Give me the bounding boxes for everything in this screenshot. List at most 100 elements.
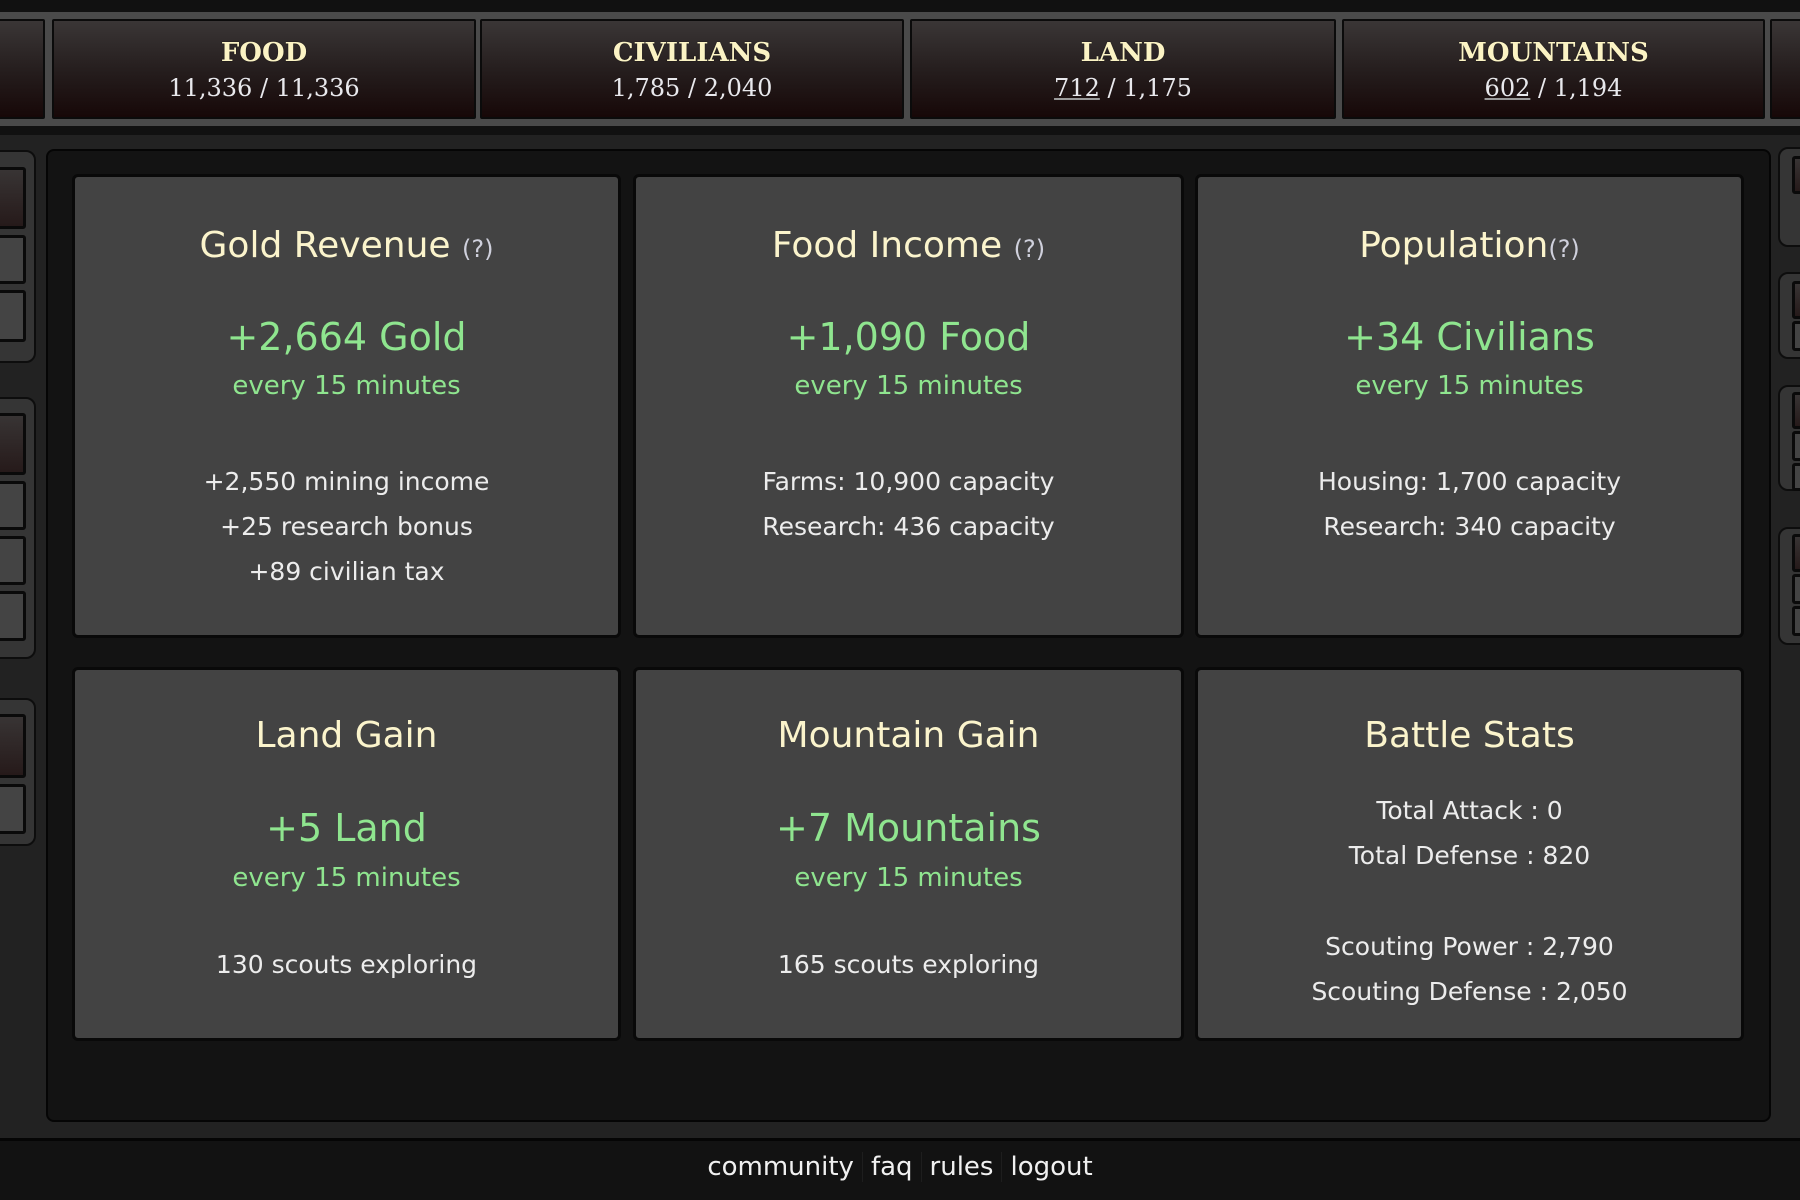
- resource-label: MOUNTAINS: [1458, 38, 1649, 68]
- right-nav-button[interactable]: [1792, 156, 1800, 194]
- stat-line: Scouting Power : 2,790: [1325, 932, 1614, 961]
- left-nav-button[interactable]: [0, 714, 26, 778]
- resource-max: 1,175: [1123, 74, 1192, 102]
- card-amount: +7 Mountains: [776, 806, 1041, 850]
- card-amount: +2,664 Gold: [226, 315, 467, 359]
- card-amount: +5 Land: [266, 806, 427, 850]
- resource-tile-mountains[interactable]: MOUNTAINS 602 / 1,194: [1342, 19, 1765, 119]
- right-nav-group-3: [1778, 385, 1800, 491]
- battle-stats-card: Battle Stats Total Attack : 0 Total Defe…: [1195, 667, 1744, 1041]
- card-amount: +34 Civilians: [1344, 315, 1595, 359]
- footer-link-logout[interactable]: logout: [1002, 1152, 1100, 1182]
- combat-stats: Total Attack : 0 Total Defense : 820: [1198, 788, 1741, 878]
- help-icon[interactable]: (?): [1548, 235, 1579, 263]
- resource-tile-partial[interactable]: [0, 19, 45, 119]
- card-title: Battle Stats: [1364, 715, 1575, 756]
- right-nav-button[interactable]: [1792, 606, 1800, 636]
- left-nav-button[interactable]: [0, 290, 26, 342]
- footer-links: community faq rules logout: [699, 1152, 1100, 1182]
- left-nav-button[interactable]: [0, 784, 26, 834]
- card-period: every 15 minutes: [794, 371, 1023, 401]
- card-period: every 15 minutes: [232, 863, 461, 893]
- stat-line: Scouting Defense : 2,050: [1311, 977, 1628, 1006]
- help-icon[interactable]: (?): [1014, 235, 1045, 263]
- stat-line: Total Attack : 0: [1376, 796, 1563, 825]
- right-nav-button[interactable]: [1792, 574, 1800, 604]
- breakdown-line: Research: 436 capacity: [762, 512, 1055, 541]
- left-nav-button[interactable]: [0, 413, 26, 475]
- footer-link-rules[interactable]: rules: [921, 1152, 1003, 1182]
- left-nav-button[interactable]: [0, 167, 26, 229]
- card-title-text: Gold Revenue: [199, 225, 451, 266]
- right-nav-button[interactable]: [1792, 431, 1800, 461]
- card-breakdown: +2,550 mining income +25 research bonus …: [75, 459, 618, 594]
- separator: /: [687, 74, 697, 102]
- resource-tile-partial-right[interactable]: [1770, 19, 1800, 119]
- right-nav-button[interactable]: [1792, 392, 1800, 429]
- right-nav-button[interactable]: [1792, 321, 1800, 351]
- right-nav-button[interactable]: [1792, 281, 1800, 319]
- resource-current-link[interactable]: 712: [1054, 74, 1100, 102]
- mountain-gain-card: Mountain Gain +7 Mountains every 15 minu…: [633, 667, 1184, 1041]
- breakdown-line: 130 scouts exploring: [215, 950, 478, 979]
- stat-line: Total Defense : 820: [1348, 841, 1591, 870]
- resource-max: 1,194: [1553, 74, 1623, 102]
- scouting-stats: Scouting Power : 2,790 Scouting Defense …: [1198, 924, 1741, 1014]
- card-period: every 15 minutes: [794, 863, 1023, 893]
- left-nav-group-2: [0, 397, 36, 659]
- right-nav-group-2: [1778, 272, 1800, 359]
- card-title: Gold Revenue (?): [75, 225, 618, 266]
- land-gain-card: Land Gain +5 Land every 15 minutes 130 s…: [72, 667, 621, 1041]
- left-nav-button[interactable]: [0, 481, 26, 530]
- resource-tile-food[interactable]: FOOD 11,336 / 11,336: [52, 19, 476, 119]
- card-breakdown: Farms: 10,900 capacity Research: 436 cap…: [636, 459, 1181, 549]
- resource-max: 2,040: [703, 74, 773, 102]
- resource-current: 1,785: [611, 74, 681, 102]
- help-icon[interactable]: (?): [462, 235, 493, 263]
- card-breakdown: 165 scouts exploring: [636, 942, 1181, 987]
- population-card: Population(?) +34 Civilians every 15 min…: [1195, 174, 1744, 638]
- resource-tile-land[interactable]: LAND 712 / 1,175: [910, 19, 1336, 119]
- right-nav-group-4: [1778, 527, 1800, 645]
- card-title: Land Gain: [255, 715, 438, 756]
- resource-value: 1,785 / 2,040: [482, 74, 902, 102]
- resource-value: 602 / 1,194: [1344, 74, 1763, 102]
- footer: community faq rules logout: [0, 1138, 1800, 1200]
- breakdown-line: +25 research bonus: [220, 512, 473, 541]
- separator: /: [1107, 74, 1116, 102]
- breakdown-line: +89 civilian tax: [248, 557, 445, 586]
- resource-max: 11,336: [275, 74, 360, 102]
- card-title: Food Income (?): [636, 225, 1181, 266]
- gold-revenue-card: Gold Revenue (?) +2,664 Gold every 15 mi…: [72, 174, 621, 638]
- breakdown-line: +2,550 mining income: [203, 467, 490, 496]
- card-title: Population(?): [1198, 225, 1741, 266]
- card-breakdown: 130 scouts exploring: [75, 942, 618, 987]
- resource-tile-civilians[interactable]: CIVILIANS 1,785 / 2,040: [480, 19, 904, 119]
- resource-current: 11,336: [168, 74, 253, 102]
- left-nav-button[interactable]: [0, 591, 26, 641]
- resource-value: 712 / 1,175: [912, 74, 1334, 102]
- left-nav-group-3: [0, 698, 36, 846]
- right-nav-button[interactable]: [1792, 463, 1800, 491]
- resource-current-link[interactable]: 602: [1485, 74, 1531, 102]
- left-nav-button[interactable]: [0, 536, 26, 585]
- card-period: every 15 minutes: [1355, 371, 1584, 401]
- breakdown-line: Research: 340 capacity: [1323, 512, 1616, 541]
- resource-value: 11,336 / 11,336: [54, 74, 474, 102]
- food-income-card: Food Income (?) +1,090 Food every 15 min…: [633, 174, 1184, 638]
- breakdown-line: 165 scouts exploring: [777, 950, 1040, 979]
- card-period: every 15 minutes: [232, 371, 461, 401]
- footer-link-community[interactable]: community: [699, 1152, 863, 1182]
- resource-label: CIVILIANS: [612, 38, 772, 68]
- breakdown-line: Farms: 10,900 capacity: [762, 467, 1055, 496]
- footer-link-faq[interactable]: faq: [862, 1152, 922, 1182]
- card-title-text: Population: [1359, 225, 1549, 266]
- resource-label: LAND: [1080, 38, 1166, 68]
- card-title-text: Food Income: [771, 225, 1003, 266]
- card-breakdown: Housing: 1,700 capacity Research: 340 ca…: [1198, 459, 1741, 549]
- right-nav-button[interactable]: [1792, 534, 1800, 572]
- left-nav-button[interactable]: [0, 235, 26, 284]
- breakdown-line: Housing: 1,700 capacity: [1317, 467, 1622, 496]
- resource-label: FOOD: [220, 38, 308, 68]
- card-amount: +1,090 Food: [786, 315, 1031, 359]
